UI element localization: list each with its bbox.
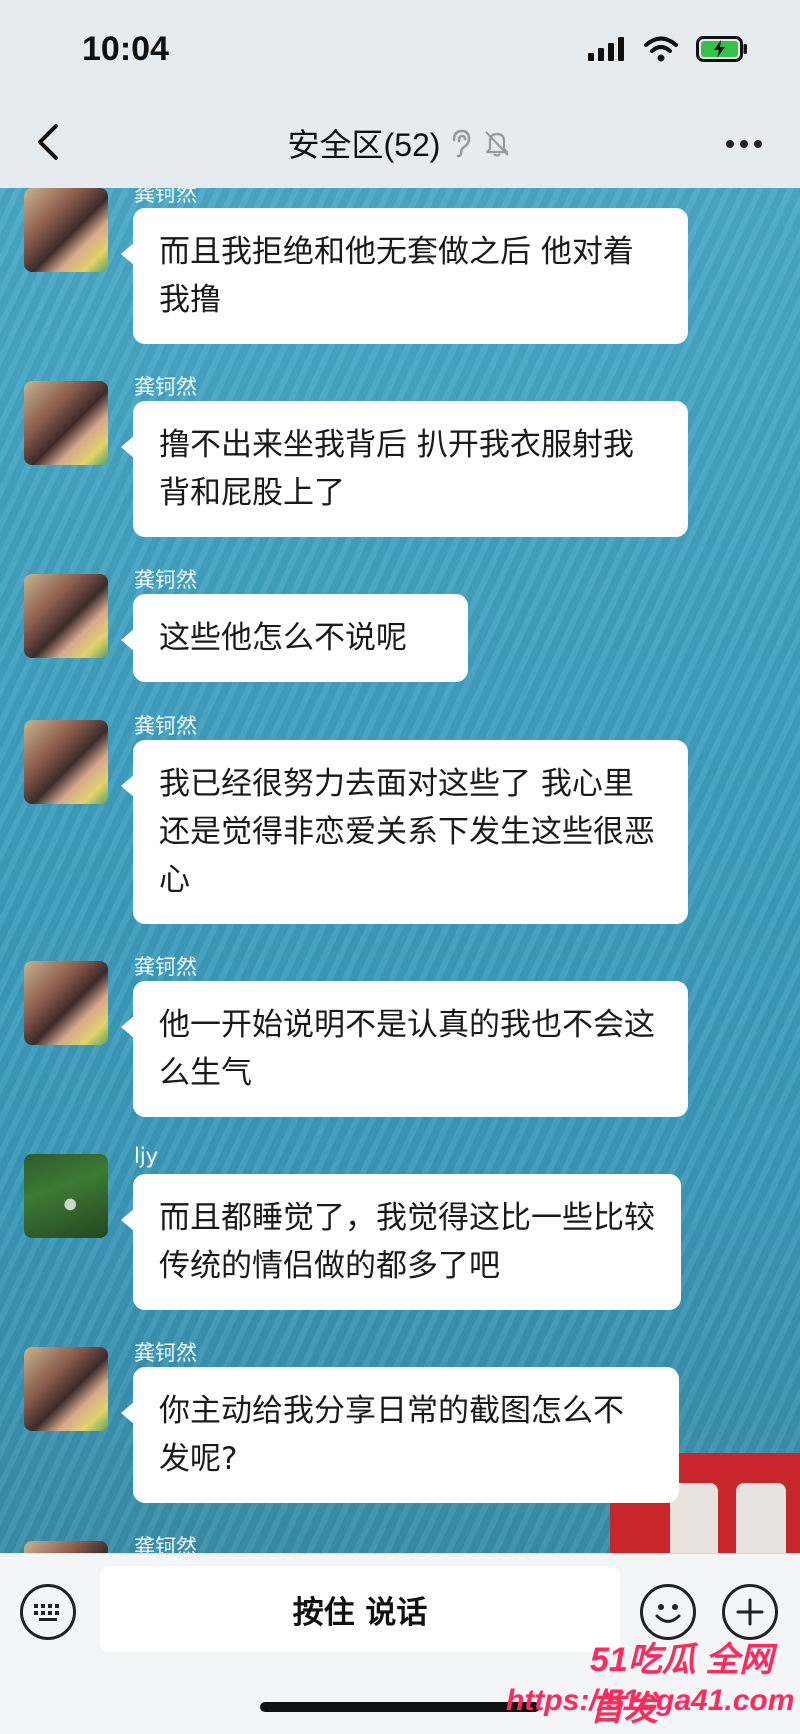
message-bubble[interactable]: 你主动给我分享日常的截图怎么不发呢? — [121, 1367, 679, 1503]
wifi-icon — [644, 36, 678, 62]
status-bar: 10:04 — [0, 0, 800, 100]
hold-to-talk-button[interactable]: 按住 说话 — [100, 1566, 620, 1652]
keyboard-toggle-button[interactable] — [20, 1584, 76, 1640]
avatar[interactable] — [24, 574, 108, 658]
home-indicator — [260, 1702, 540, 1712]
plus-icon — [736, 1598, 764, 1626]
keyboard-icon — [34, 1604, 59, 1621]
emoji-icon — [655, 1604, 681, 1623]
more-icon-dot — [754, 140, 762, 148]
message-bubble[interactable]: 这些他怎么不说呢 — [121, 594, 468, 682]
wallpaper-car-window — [736, 1483, 786, 1553]
message-bubble[interactable]: 而且都睡觉了，我觉得这比一些比较传统的情侣做的都多了吧 — [121, 1174, 681, 1310]
sender-name: 龚钶然 — [134, 1535, 197, 1553]
more-button[interactable] — [716, 126, 772, 162]
status-time: 10:04 — [82, 30, 169, 68]
sender-name: 龚钶然 — [134, 375, 197, 399]
chat-title: 安全区(52) — [287, 127, 441, 163]
battery-icon — [696, 36, 747, 62]
watermark-url: https://51cga41.com — [506, 1684, 795, 1717]
sender-name: ljy — [134, 1144, 159, 1168]
sender-name: 龚钶然 — [134, 568, 197, 592]
avatar[interactable] — [24, 961, 108, 1045]
sender-name: 龚钶然 — [134, 955, 197, 979]
avatar[interactable] — [24, 720, 108, 804]
sender-name: 龚钶然 — [134, 1341, 197, 1365]
mute-bell-icon — [485, 131, 510, 157]
avatar[interactable] — [24, 381, 108, 465]
signal-icon — [588, 37, 624, 61]
avatar[interactable] — [24, 188, 108, 272]
ear-icon — [453, 129, 471, 158]
title-group: 安全区(52) — [0, 120, 800, 166]
avatar[interactable] — [24, 1347, 108, 1431]
status-icons — [588, 36, 748, 62]
sender-name: 龚钶然 — [134, 714, 197, 738]
message-bubble[interactable]: 我已经很努力去面对这些了 我心里还是觉得非恋爱关系下发生这些很恶心 — [121, 740, 688, 924]
chat-area[interactable]: 龚钶然 而且我拒绝和他无套做之后 他对着我撸 龚钶然 撸不出来坐我背后 扒开我衣… — [0, 188, 800, 1553]
message-bubble[interactable]: 而且我拒绝和他无套做之后 他对着我撸 — [121, 208, 688, 344]
sender-name: 龚钶然 — [134, 188, 197, 206]
message-bubble[interactable]: 他一开始说明不是认真的我也不会这么生气 — [121, 981, 688, 1117]
message-bubble[interactable]: 撸不出来坐我背后 扒开我衣服射我背和屁股上了 — [121, 401, 688, 537]
chat-header: 安全区(52) — [0, 100, 800, 188]
avatar[interactable] — [24, 1154, 108, 1238]
avatar[interactable] — [24, 1541, 108, 1553]
more-icon-dot — [740, 140, 748, 148]
more-icon — [726, 140, 734, 148]
